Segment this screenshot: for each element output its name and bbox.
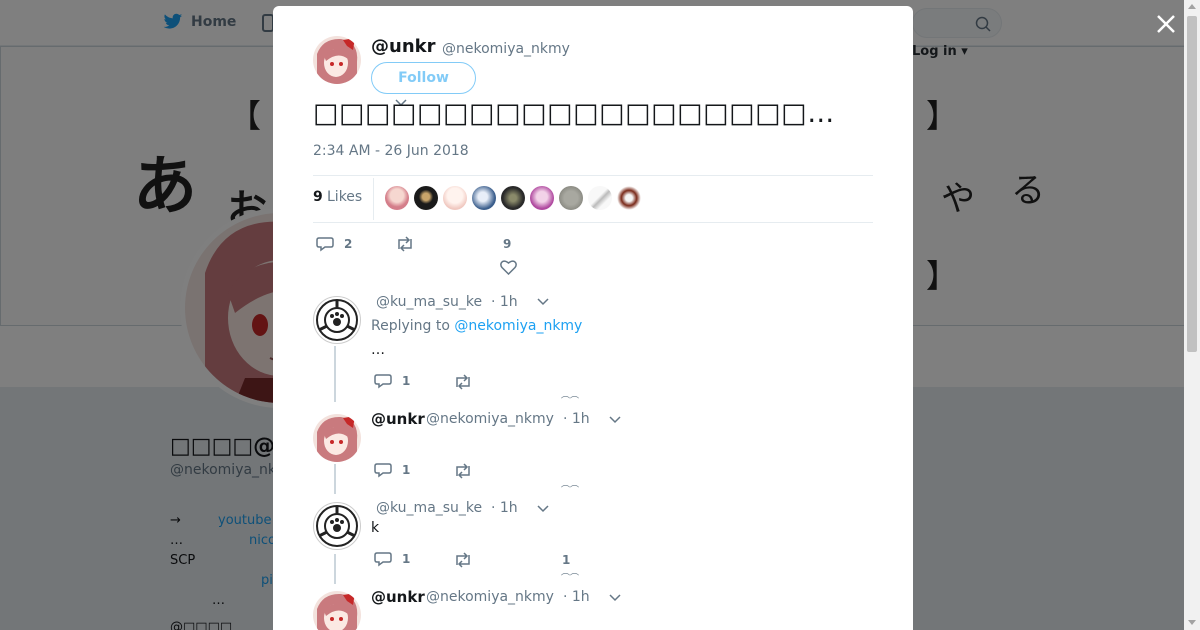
reply-count: 2 <box>344 237 353 251</box>
author-name[interactable]: @unkr <box>371 36 435 57</box>
replying-to: Replying to @nekomiya_nkmy <box>371 318 582 334</box>
replying-to-handle[interactable]: @nekomiya_nkmy <box>454 318 582 334</box>
liker-avatar[interactable] <box>559 186 583 210</box>
chevron-down-icon[interactable] <box>609 416 621 424</box>
tweet-text: □□□□□□□□□□□□□□□□□□□… <box>313 98 835 129</box>
likes-count[interactable]: 9 <box>313 189 323 205</box>
retweet-action[interactable] <box>395 236 415 252</box>
reply-avatar[interactable] <box>313 414 361 462</box>
reply-time[interactable]: · 1h <box>563 411 590 427</box>
liker-avatar[interactable] <box>617 186 641 210</box>
retweet-icon <box>398 236 412 252</box>
reply-action[interactable]: 1 <box>374 551 410 567</box>
chevron-down-icon[interactable] <box>537 505 549 513</box>
reply-action[interactable]: 1 <box>374 373 410 389</box>
reply-icon <box>374 463 392 478</box>
scp-logo-icon <box>316 505 358 547</box>
avatar-girl-icon <box>313 36 361 84</box>
page-scrollbar[interactable] <box>1184 0 1200 630</box>
scp-logo-icon <box>316 299 358 341</box>
liker-avatar[interactable] <box>443 186 467 210</box>
liker-avatar[interactable] <box>588 186 612 210</box>
tweet-timestamp[interactable]: 2:34 AM - 26 Jun 2018 <box>313 143 469 159</box>
author-handle[interactable]: @nekomiya_nkmy <box>442 41 570 57</box>
tweet-permalink-modal: @unkr @nekomiya_nkmy Follow □□□□□□□□□□□□… <box>273 6 913 630</box>
login-menu[interactable]: Log in ▾ <box>912 44 968 59</box>
reply-avatar[interactable] <box>313 502 361 550</box>
reply-action[interactable]: 1 <box>374 462 410 478</box>
reply-text: … <box>371 342 385 358</box>
reply-handle[interactable]: @nekomiya_nkmy <box>426 411 554 427</box>
author-avatar[interactable] <box>313 36 361 84</box>
reply-handle[interactable]: @ku_ma_su_ke <box>376 500 482 516</box>
login-label: Log in <box>912 44 957 59</box>
avatar-girl-icon <box>313 414 361 462</box>
stats-divider <box>373 178 374 220</box>
likes-label[interactable]: Likes <box>327 189 362 205</box>
thread-line <box>334 554 336 584</box>
liker-avatar[interactable] <box>501 186 525 210</box>
like-count: 1 <box>562 553 571 567</box>
avatar-girl-icon <box>313 591 361 630</box>
retweet-icon[interactable] <box>453 463 473 479</box>
reply-time[interactable]: · 1h <box>563 589 590 605</box>
reply-text: k <box>371 520 380 536</box>
reply-avatar[interactable] <box>313 591 361 630</box>
thread-line <box>334 346 336 402</box>
liker-avatar[interactable] <box>385 186 409 210</box>
scroll-up-arrow[interactable] <box>1188 4 1196 9</box>
heart-icon[interactable] <box>500 259 517 275</box>
liker-avatar[interactable] <box>414 186 438 210</box>
thread-line <box>334 464 336 494</box>
reply-count: 1 <box>402 463 411 477</box>
tweet-stats: 9 Likes <box>313 175 873 223</box>
follow-button[interactable]: Follow <box>371 62 476 94</box>
heart-icon[interactable]: ⌒⌒ <box>561 483 579 496</box>
reply-handle[interactable]: @ku_ma_su_ke <box>376 294 482 310</box>
heart-icon[interactable]: ⌒⌒ <box>561 571 579 584</box>
reply-count: 1 <box>402 374 411 388</box>
liker-avatar[interactable] <box>530 186 554 210</box>
reply-avatar[interactable] <box>313 296 361 344</box>
reply-time[interactable]: · 1h <box>491 294 518 310</box>
reply-icon <box>374 374 392 389</box>
reply-handle[interactable]: @nekomiya_nkmy <box>426 589 554 605</box>
reply-action[interactable]: 2 <box>316 236 352 252</box>
reply-icon <box>374 552 392 567</box>
scroll-down-arrow[interactable] <box>1188 620 1196 625</box>
chevron-down-icon[interactable] <box>609 594 621 602</box>
reply-author-name[interactable]: @unkr <box>371 588 425 606</box>
reply-author-name[interactable]: @unkr <box>371 410 425 428</box>
chevron-down-icon[interactable] <box>537 298 549 306</box>
reply-icon <box>316 237 334 252</box>
heart-icon[interactable]: ⌒⌒ <box>561 394 579 407</box>
like-count: 9 <box>503 237 512 251</box>
close-icon[interactable] <box>1152 10 1180 38</box>
reply-time[interactable]: · 1h <box>491 500 518 516</box>
replying-to-label: Replying to <box>371 318 450 334</box>
retweet-icon[interactable] <box>453 374 473 390</box>
retweet-icon[interactable] <box>453 552 473 568</box>
scroll-thumb[interactable] <box>1187 16 1197 352</box>
reply-count: 1 <box>402 552 411 566</box>
liker-avatar[interactable] <box>472 186 496 210</box>
